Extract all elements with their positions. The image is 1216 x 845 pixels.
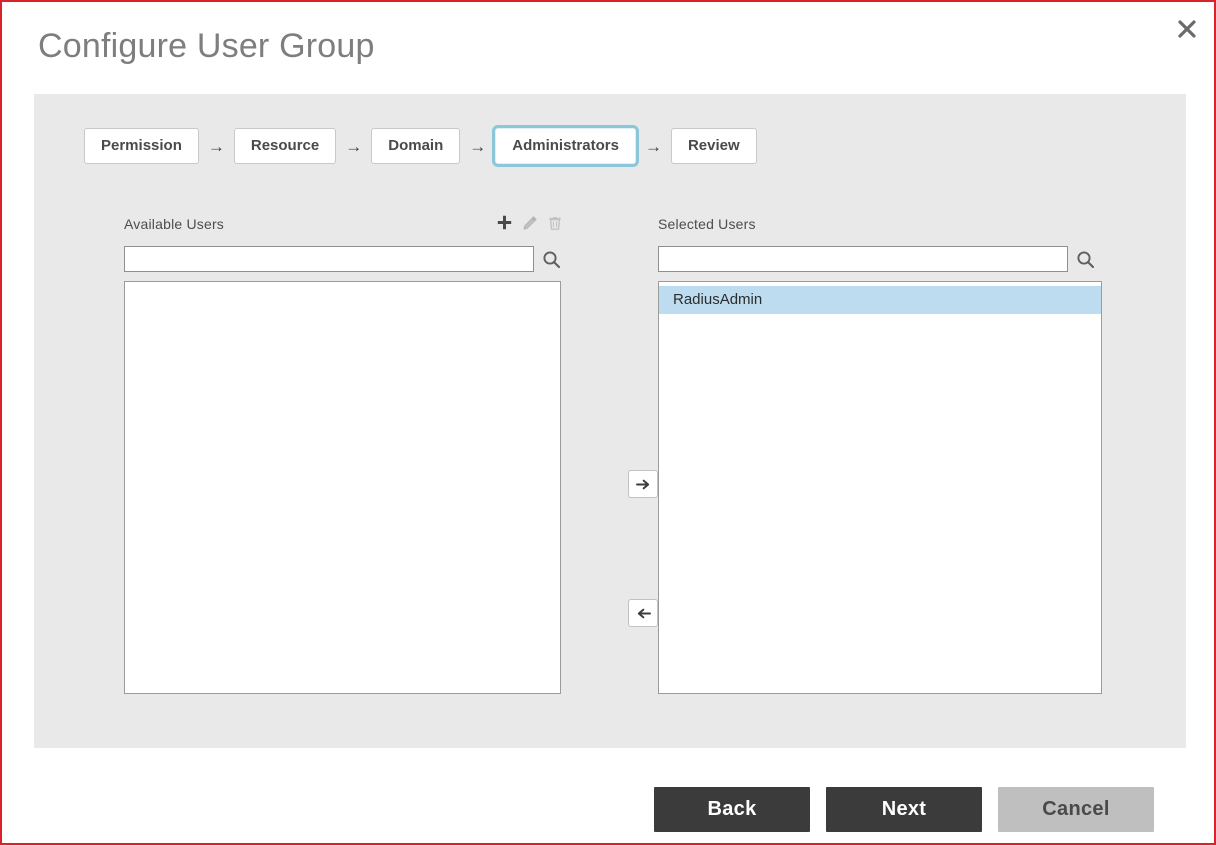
cancel-button[interactable]: Cancel: [998, 787, 1154, 832]
dialog-footer: Back Next Cancel: [654, 787, 1154, 832]
add-icon: [497, 215, 512, 230]
selected-users-search-input[interactable]: [658, 246, 1068, 272]
content-panel: Permission → Resource → Domain → Adminis…: [34, 94, 1186, 748]
step-arrow-icon: →: [207, 136, 225, 156]
search-icon: [543, 250, 561, 268]
arrow-right-icon: [635, 479, 649, 489]
edit-user-button[interactable]: [522, 215, 538, 231]
selected-users-header: Selected Users: [658, 216, 1110, 240]
selected-users-list[interactable]: RadiusAdmin: [658, 281, 1102, 694]
available-users-search-input[interactable]: [124, 246, 534, 272]
page-title: Configure User Group: [38, 27, 375, 65]
selected-users-label: Selected Users: [658, 216, 756, 232]
step-permission[interactable]: Permission: [84, 128, 199, 164]
delete-icon: [549, 216, 561, 230]
selected-users-search-row: [658, 246, 1110, 272]
back-button[interactable]: Back: [654, 787, 810, 832]
add-user-button[interactable]: [496, 214, 513, 231]
step-administrators[interactable]: Administrators: [492, 125, 639, 167]
available-users-search-button[interactable]: [542, 250, 561, 269]
search-icon: [1077, 250, 1095, 268]
step-arrow-icon: →: [644, 136, 662, 156]
available-users-panel: Available Users: [124, 214, 576, 694]
step-resource[interactable]: Resource: [233, 128, 337, 164]
selected-users-search-button[interactable]: [1076, 250, 1095, 269]
dialog-window: Configure User Group Permission → Resour…: [0, 0, 1216, 845]
move-right-button[interactable]: [628, 470, 658, 498]
available-users-list[interactable]: [124, 281, 561, 694]
step-arrow-icon: →: [469, 136, 487, 156]
selected-users-panel: Selected Users RadiusAdmin: [658, 216, 1110, 694]
available-users-actions: [496, 214, 563, 231]
close-icon: [1178, 20, 1196, 38]
available-users-header: Available Users: [124, 214, 576, 240]
available-users-label: Available Users: [124, 216, 225, 232]
step-arrow-icon: →: [345, 136, 363, 156]
available-users-search-row: [124, 246, 576, 272]
wizard-steps: Permission → Resource → Domain → Adminis…: [84, 125, 757, 167]
delete-user-button[interactable]: [547, 215, 563, 231]
edit-icon: [523, 215, 537, 230]
close-button[interactable]: [1170, 12, 1204, 46]
step-domain[interactable]: Domain: [371, 128, 461, 164]
list-item[interactable]: RadiusAdmin: [659, 286, 1101, 314]
move-left-button[interactable]: [628, 599, 658, 627]
step-review[interactable]: Review: [670, 128, 757, 164]
next-button[interactable]: Next: [826, 787, 982, 832]
arrow-left-icon: [637, 608, 651, 618]
